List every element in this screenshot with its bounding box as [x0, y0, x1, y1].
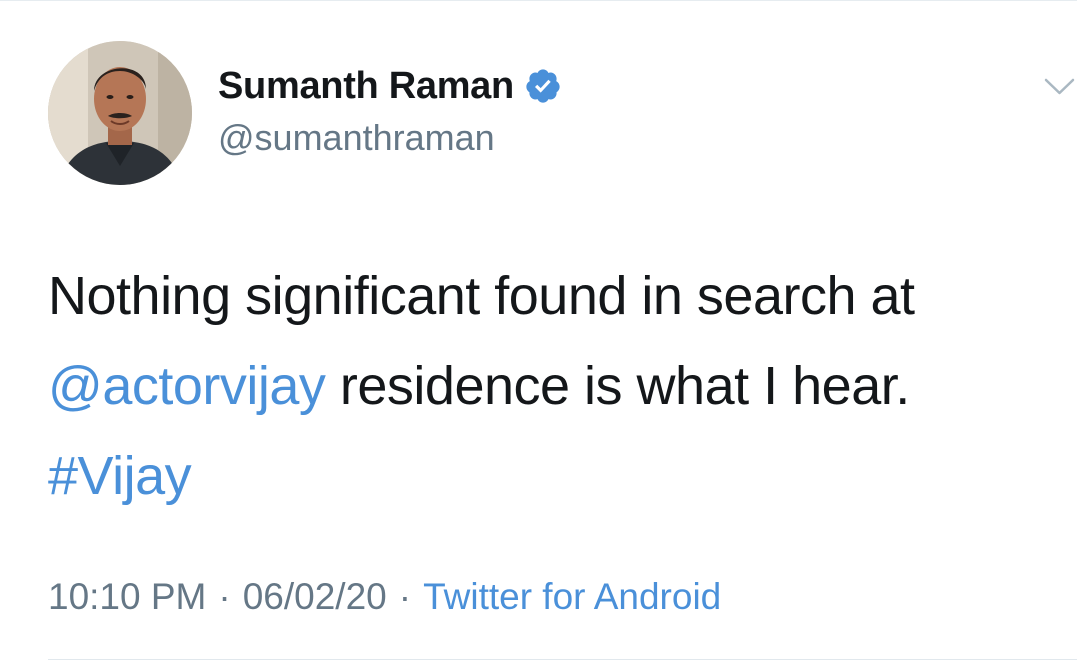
hashtag-link[interactable]: #Vijay	[48, 446, 192, 506]
divider	[48, 659, 1077, 660]
meta-separator: ·	[218, 576, 231, 617]
chevron-down-icon[interactable]	[1042, 71, 1077, 101]
mention-link[interactable]: @actorvijay	[48, 356, 326, 416]
tweet-line-2-text: residence is what I hear.	[325, 356, 910, 416]
tweet-source-link[interactable]: Twitter for Android	[423, 576, 721, 618]
tweet-line-3: #Vijay	[48, 431, 1058, 521]
avatar-photo	[48, 41, 192, 185]
tweet-line-2: @actorvijay residence is what I hear.	[48, 341, 1058, 431]
tweet-card: Sumanth Raman @sumanthraman Nothing sign…	[0, 0, 1077, 665]
tweet-text: Nothing significant found in search at @…	[48, 251, 1058, 521]
meta-separator: ·	[398, 576, 412, 617]
tweet-line-1: Nothing significant found in search at	[48, 266, 915, 326]
tweet-time: 10:10 PM	[48, 576, 207, 617]
user-handle[interactable]: @sumanthraman	[218, 117, 562, 159]
verified-badge-icon	[524, 67, 562, 105]
name-row: Sumanth Raman	[218, 61, 562, 111]
tweet-meta: 10:10 PM · 06/02/20 · Twitter for Androi…	[48, 576, 721, 618]
avatar[interactable]	[48, 41, 192, 185]
tweet-date: 06/02/20	[242, 576, 387, 617]
tweet-header: Sumanth Raman @sumanthraman	[218, 61, 562, 159]
display-name[interactable]: Sumanth Raman	[218, 65, 514, 108]
